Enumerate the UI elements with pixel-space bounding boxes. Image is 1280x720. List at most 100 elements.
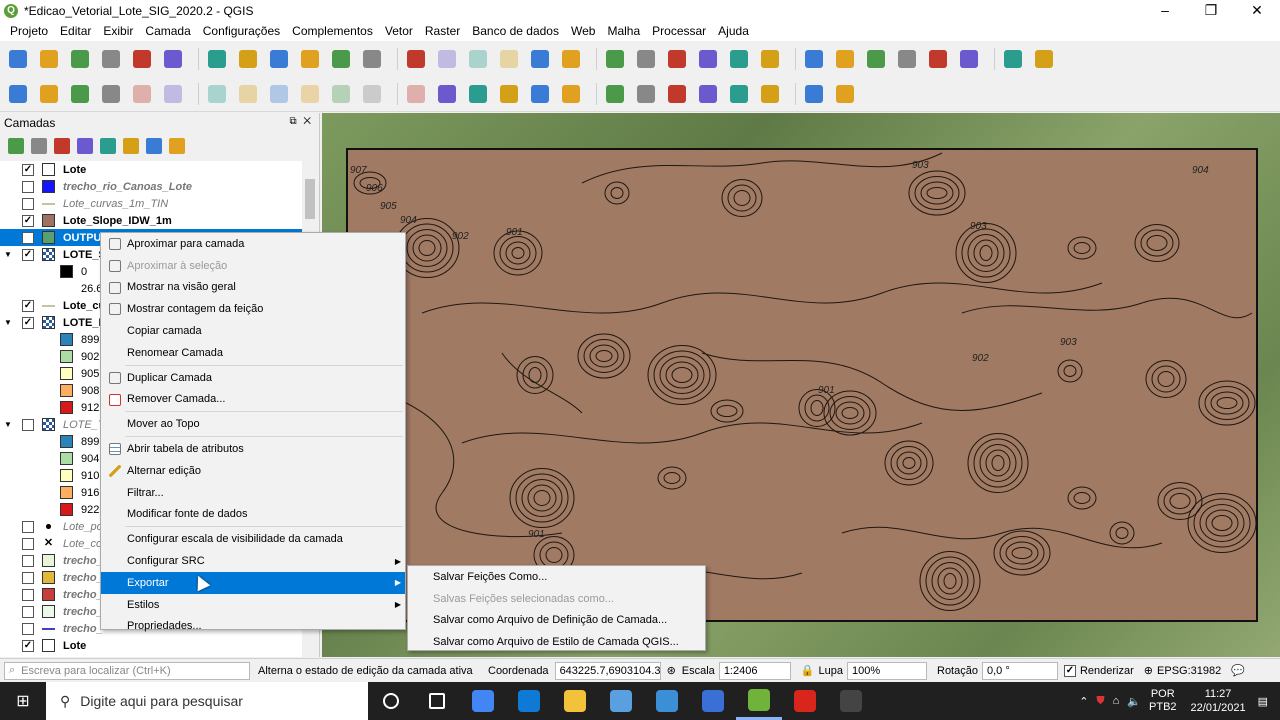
pin-icon[interactable]: [1032, 48, 1056, 70]
expand-toggle-icon[interactable]: ▼: [0, 318, 16, 327]
save-project-icon[interactable]: [68, 48, 92, 70]
measure-icon[interactable]: [926, 48, 950, 70]
action-icon[interactable]: [696, 48, 720, 70]
close-button[interactable]: ✕: [1234, 0, 1280, 21]
maximize-button[interactable]: ❐: [1188, 0, 1234, 21]
context-menu-item[interactable]: Modificar fonte de dados: [101, 504, 405, 526]
menu-2[interactable]: Exibir: [97, 24, 139, 38]
paint-icon[interactable]: [598, 682, 644, 720]
context-menu-item[interactable]: Configurar SRC ▶: [101, 550, 405, 572]
windows-start-icon[interactable]: ⊞: [0, 682, 46, 720]
show-bookmarks-icon[interactable]: [559, 48, 583, 70]
identify-icon[interactable]: [665, 48, 689, 70]
zoom-native-icon[interactable]: [435, 48, 459, 70]
select-icon[interactable]: [727, 48, 751, 70]
menu-4[interactable]: Configurações: [197, 24, 286, 38]
locator-search-input[interactable]: ⌕ Escreva para localizar (Ctrl+K): [4, 661, 250, 680]
remove-layer-icon[interactable]: [169, 138, 185, 154]
layer-visibility-checkbox[interactable]: [22, 197, 34, 210]
layer-row[interactable]: ✓ Lote: [0, 161, 302, 178]
zoom-next-icon[interactable]: [497, 48, 521, 70]
menu-8[interactable]: Banco de dados: [466, 24, 565, 38]
layer-visibility-checkbox[interactable]: ✓: [22, 299, 34, 312]
add-feature-icon[interactable]: [161, 83, 185, 105]
context-menu-item[interactable]: Mover ao Topo: [101, 413, 405, 435]
menu-0[interactable]: Projeto: [4, 24, 54, 38]
context-menu-item[interactable]: Mostrar contagem da feição: [101, 298, 405, 320]
layer-visibility-checkbox[interactable]: ✓: [22, 163, 34, 176]
menu-5[interactable]: Complementos: [286, 24, 379, 38]
field-calc-icon[interactable]: [833, 48, 857, 70]
notifications-icon[interactable]: ▤: [1258, 695, 1268, 708]
context-menu-item[interactable]: Renomear Camada: [101, 342, 405, 364]
save-as-icon[interactable]: [99, 48, 123, 70]
pan-to-selection-icon[interactable]: [236, 48, 260, 70]
scrollbar-thumb[interactable]: [305, 179, 315, 219]
new-geopackage-icon[interactable]: [37, 83, 61, 105]
layer-visibility-checkbox[interactable]: ✓: [22, 248, 34, 261]
menu-12[interactable]: Ajuda: [712, 24, 755, 38]
menu-6[interactable]: Vetor: [379, 24, 419, 38]
messages-icon[interactable]: 💬: [1231, 664, 1245, 677]
expand-toggle-icon[interactable]: ▼: [0, 250, 16, 259]
export-submenu-item[interactable]: Salvar como Arquivo de Estilo de Camada …: [408, 631, 705, 653]
calculator-icon[interactable]: [690, 682, 736, 720]
edit-pencil-icon[interactable]: [99, 83, 123, 105]
obs-icon[interactable]: [828, 682, 874, 720]
open-project-icon[interactable]: [37, 48, 61, 70]
print-layout-icon[interactable]: [130, 48, 154, 70]
menu-1[interactable]: Editar: [54, 24, 97, 38]
layer-row[interactable]: ✓ Lote: [0, 637, 302, 654]
zoom-layer-icon[interactable]: [404, 48, 428, 70]
vertex-tool-icon[interactable]: [205, 83, 229, 105]
zoom-selection-icon[interactable]: [360, 48, 384, 70]
explorer-icon[interactable]: [552, 682, 598, 720]
epsg-button[interactable]: EPSG:31982: [1157, 665, 1221, 677]
layer-visibility-checkbox[interactable]: [22, 605, 34, 618]
add-group-icon[interactable]: [31, 138, 47, 154]
style-icon[interactable]: [8, 138, 24, 154]
export-submenu-item[interactable]: Salvar Feições Como...: [408, 566, 705, 588]
layer-visibility-checkbox[interactable]: [22, 418, 34, 431]
show-label-icon[interactable]: [665, 83, 689, 105]
rotation-spinbox[interactable]: 0,0 °: [981, 661, 1058, 680]
rotate-label-icon[interactable]: [603, 83, 627, 105]
layer-visibility-checkbox[interactable]: [22, 571, 34, 584]
tray-chevron-icon[interactable]: ⌃: [1079, 695, 1088, 708]
zoom-last-icon[interactable]: [466, 48, 490, 70]
acrobat-icon[interactable]: [782, 682, 828, 720]
layer-visibility-checkbox[interactable]: [22, 520, 34, 533]
zoom-in-icon[interactable]: [267, 48, 291, 70]
qgis-icon[interactable]: [736, 682, 782, 720]
deselect-icon[interactable]: [758, 48, 782, 70]
layer-visibility-checkbox[interactable]: [22, 537, 34, 550]
context-menu-item[interactable]: Copiar camada: [101, 320, 405, 342]
style-manager-icon[interactable]: [161, 48, 185, 70]
layer-visibility-checkbox[interactable]: ✓: [22, 231, 34, 244]
globe-icon[interactable]: [696, 83, 720, 105]
menu-9[interactable]: Web: [565, 24, 601, 38]
context-menu-item[interactable]: Propriedades...: [101, 616, 405, 638]
diagram-icon[interactable]: [466, 83, 490, 105]
store-icon[interactable]: [644, 682, 690, 720]
text-annotation-icon[interactable]: [1001, 48, 1025, 70]
export-submenu-item[interactable]: Salvar como Arquivo de Definição de Cama…: [408, 610, 705, 632]
statistics-icon[interactable]: [895, 48, 919, 70]
layer-visibility-checkbox[interactable]: [22, 622, 34, 635]
copy-icon[interactable]: [298, 83, 322, 105]
context-menu-item[interactable]: Remover Camada...: [101, 389, 405, 411]
globe2-icon[interactable]: [727, 83, 751, 105]
temporal-icon[interactable]: [603, 48, 627, 70]
delete-icon[interactable]: [236, 83, 260, 105]
layer-visibility-checkbox[interactable]: [22, 554, 34, 567]
map-tips-icon[interactable]: [957, 48, 981, 70]
cut-icon[interactable]: [267, 83, 291, 105]
context-menu-item[interactable]: Aproximar para camada: [101, 233, 405, 255]
layer-visibility-checkbox[interactable]: ✓: [22, 214, 34, 227]
tray-network-icon[interactable]: ⌂: [1113, 695, 1120, 707]
tray-volume-icon[interactable]: 🔈: [1127, 695, 1141, 708]
plugin-icon[interactable]: [833, 83, 857, 105]
collapse-all-icon[interactable]: [146, 138, 162, 154]
context-menu-item[interactable]: Exportar ▶: [101, 571, 405, 594]
scale-combo[interactable]: 1:2406: [718, 661, 791, 680]
